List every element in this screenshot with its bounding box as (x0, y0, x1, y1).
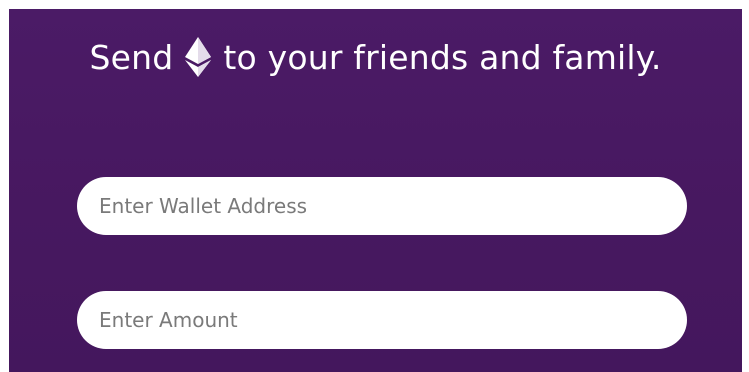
page-title: Send to your friends and family. (9, 33, 742, 81)
send-form-panel: Send to your friends and family. (9, 9, 742, 372)
page-frame: Send to your friends and family. (0, 0, 749, 372)
headline-send-text: Send (89, 37, 174, 77)
amount-input[interactable] (77, 291, 687, 349)
headline-rest-text: to your friends and family. (223, 37, 662, 77)
wallet-address-input[interactable] (77, 177, 687, 235)
ethereum-icon (185, 37, 212, 77)
